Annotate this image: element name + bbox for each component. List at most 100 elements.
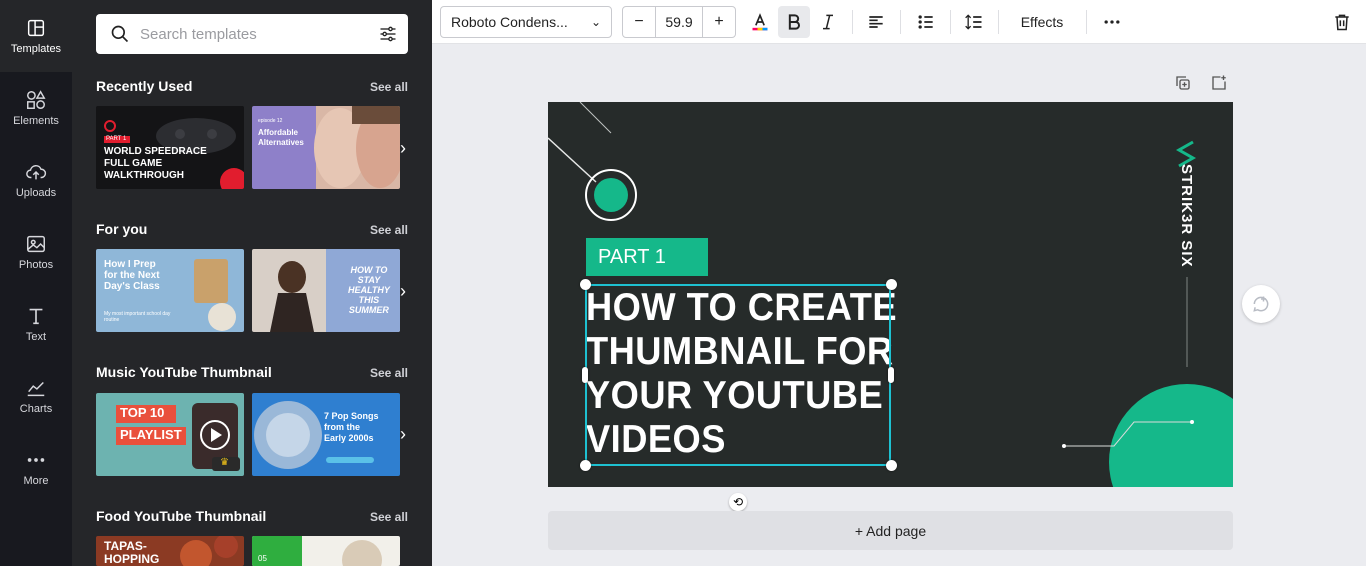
nav-text-label: Text xyxy=(25,331,47,343)
duplicate-page-button[interactable] xyxy=(1174,74,1192,97)
add-page-button[interactable]: + Add page xyxy=(548,511,1233,550)
elements-icon xyxy=(27,90,46,109)
part-tag[interactable]: PART 1 xyxy=(586,238,708,276)
bullet-list-icon xyxy=(918,15,933,29)
toolbar-divider xyxy=(852,10,853,34)
resize-handle[interactable] xyxy=(580,460,591,471)
section-title-for-you: For you xyxy=(96,221,148,237)
template-thumb[interactable]: TOP 10 PLAYLIST ♛ xyxy=(96,393,244,476)
nav-charts[interactable]: Charts xyxy=(0,360,72,432)
template-thumb[interactable]: 7 Pop Songs from the Early 2000s xyxy=(252,393,400,476)
thumb-line: HOW TO xyxy=(350,265,388,275)
salad-image xyxy=(252,536,400,566)
comment-button[interactable] xyxy=(1242,285,1280,323)
toolbar-divider xyxy=(998,10,999,34)
list-button[interactable] xyxy=(910,6,942,38)
nav-uploads[interactable]: Uploads xyxy=(0,144,72,216)
delete-button[interactable] xyxy=(1326,6,1358,38)
thumb-line: for the Next xyxy=(104,270,160,281)
resize-handle-side[interactable] xyxy=(582,367,588,383)
thumb-text: WORLD SPEEDRACE FULL GAME WALKTHROUGH xyxy=(104,146,207,182)
thumb-line: 7 Pop Songs xyxy=(324,411,379,421)
more-dots-icon xyxy=(1104,20,1120,24)
carousel-next-icon[interactable]: › xyxy=(400,424,414,444)
duplicate-icon xyxy=(1176,76,1190,90)
see-all-food[interactable]: See all xyxy=(370,510,408,524)
resize-handle[interactable] xyxy=(580,279,591,290)
crown-icon: ♛ xyxy=(220,457,229,468)
see-all-music[interactable]: See all xyxy=(370,366,408,380)
headline-line: HOW TO CREATE xyxy=(586,286,897,329)
resize-handle-side[interactable] xyxy=(888,367,894,383)
toolbar-divider xyxy=(950,10,951,34)
templates-panel: Recently Used See all PART 1 WORLD SPEED… xyxy=(72,0,432,566)
line-spacing-icon xyxy=(965,14,982,30)
text-color-icon xyxy=(752,13,768,31)
carousel-next-icon[interactable]: › xyxy=(400,138,414,158)
nav-more[interactable]: More xyxy=(0,432,72,504)
thumb-line: HEALTHY xyxy=(348,285,390,295)
thumb-text: Affordable Alternatives xyxy=(258,128,304,148)
font-family-select[interactable]: Roboto Condens... ⌄ xyxy=(440,6,612,38)
thumb-line: Affordable xyxy=(258,128,298,137)
template-thumb[interactable]: PART 1 WORLD SPEEDRACE FULL GAME WALKTHR… xyxy=(96,106,244,189)
toolbar-divider xyxy=(1086,10,1087,34)
see-all-for-you[interactable]: See all xyxy=(370,223,408,237)
nav-templates[interactable]: Templates xyxy=(0,0,72,72)
font-size-stepper[interactable]: − 59.9 + xyxy=(622,6,736,38)
template-thumb[interactable]: TAPAS- HOPPING xyxy=(96,536,244,566)
spacing-button[interactable] xyxy=(958,6,990,38)
italic-icon xyxy=(823,14,833,30)
section-title-recently-used: Recently Used xyxy=(96,78,193,94)
template-search[interactable] xyxy=(96,14,408,54)
thumb-line: Alternatives xyxy=(258,138,304,147)
resize-handle[interactable] xyxy=(886,460,897,471)
thumb-text: HOW TO STAY HEALTHY THIS SUMMER xyxy=(348,265,390,315)
design-artboard[interactable]: PART 1 HOW TO CREATE THUMBNAIL FOR YOUR … xyxy=(548,102,1233,487)
carousel-next-icon[interactable]: › xyxy=(400,281,414,301)
italic-button[interactable] xyxy=(812,6,844,38)
bold-button[interactable] xyxy=(778,6,810,38)
nav-text[interactable]: Text xyxy=(0,288,72,360)
template-thumb[interactable]: 05 xyxy=(252,536,400,566)
chart-icon xyxy=(27,381,45,397)
see-all-recently-used[interactable]: See all xyxy=(370,80,408,94)
thumb-text: 7 Pop Songs from the Early 2000s xyxy=(324,411,379,444)
headline-line: THUMBNAIL FOR xyxy=(586,330,894,373)
brand-logo-text[interactable]: STRIK3R SIX xyxy=(1178,164,1195,268)
nav-photos[interactable]: Photos xyxy=(0,216,72,288)
cloud-upload-icon xyxy=(26,164,47,180)
resize-handle[interactable] xyxy=(886,279,897,290)
add-comment-icon xyxy=(1253,296,1269,312)
section-title-food: Food YouTube Thumbnail xyxy=(96,508,267,524)
align-button[interactable] xyxy=(860,6,892,38)
increase-size-button[interactable]: + xyxy=(703,13,735,31)
thumb-text: PLAYLIST xyxy=(120,427,182,442)
template-thumb[interactable]: How I Prep for the Next Day's Class My m… xyxy=(96,249,244,332)
search-input[interactable] xyxy=(140,16,378,52)
headline-line: YOUR YOUTUBE xyxy=(586,374,884,417)
font-size-value[interactable]: 59.9 xyxy=(655,7,703,37)
nav-elements[interactable]: Elements xyxy=(0,72,72,144)
text-color-button[interactable] xyxy=(744,6,776,38)
decrease-size-button[interactable]: − xyxy=(623,13,655,31)
thumb-line: FULL GAME xyxy=(104,158,163,169)
text-toolbar: Roboto Condens... ⌄ − 59.9 + Effects xyxy=(432,0,1366,44)
thumb-text: TOP 10 xyxy=(120,405,165,420)
effects-button[interactable]: Effects xyxy=(1008,6,1076,38)
nav-elements-label: Elements xyxy=(13,115,59,127)
align-left-icon xyxy=(869,16,883,28)
headline-text[interactable]: HOW TO CREATE THUMBNAIL FOR YOUR YOUTUBE… xyxy=(586,286,897,462)
side-nav: Templates Elements Uploads Photos Text C… xyxy=(0,0,72,566)
template-thumb[interactable]: HOW TO STAY HEALTHY THIS SUMMER xyxy=(252,249,400,332)
template-thumb[interactable]: episode 12 Affordable Alternatives xyxy=(252,106,400,189)
add-page-icon-button[interactable] xyxy=(1210,74,1228,97)
thumb-line: Early 2000s xyxy=(324,433,374,443)
filter-icon[interactable] xyxy=(378,24,398,44)
rotate-handle[interactable]: ⟲ xyxy=(729,493,747,511)
more-options-button[interactable] xyxy=(1096,6,1128,38)
thumb-line: SUMMER xyxy=(348,305,389,315)
text-icon xyxy=(29,308,43,325)
more-dots-icon xyxy=(27,458,45,462)
nav-uploads-label: Uploads xyxy=(15,187,57,199)
